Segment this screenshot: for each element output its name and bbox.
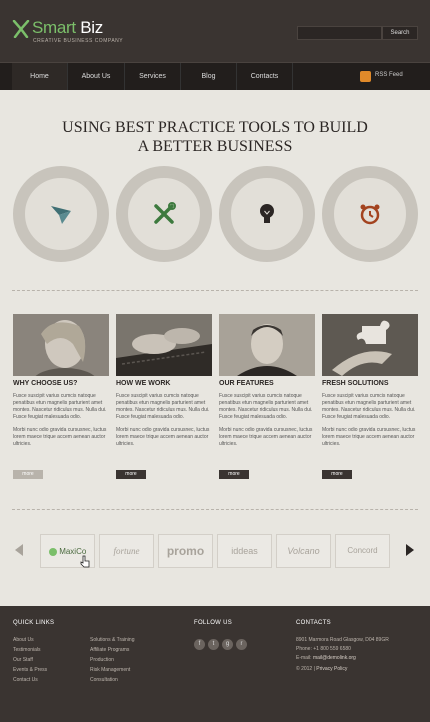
feature-paragraph: Fusce suscipit varius cumcis natoque pen…: [116, 393, 210, 420]
feature-title: HOW WE WORK: [116, 380, 171, 387]
hero-title-line2: A BETTER BUSINESS: [137, 138, 293, 155]
feature-title: FRESH SOLUTIONS: [322, 380, 389, 387]
service-circle-tools[interactable]: [116, 166, 212, 262]
feature-text: Fusce suscipit varius cumcis natoque pen…: [116, 393, 212, 448]
partner-logo-volcano[interactable]: Volcano: [276, 534, 331, 568]
footer-link[interactable]: Testimonials: [13, 647, 41, 653]
feature-paragraph: Fusce suscipit varius cumcis natoque pen…: [219, 393, 313, 420]
hand-cursor-icon: [80, 555, 90, 568]
site-header: Smart Biz CREATIVE BUSINESS COMPANY Sear…: [0, 0, 430, 62]
feature-title: OUR FEATURES: [219, 380, 274, 387]
smiling-woman-photo: [13, 314, 109, 376]
more-button[interactable]: more: [116, 470, 146, 479]
rss-label: RSS Feed: [375, 72, 403, 78]
typing-hands-photo: [116, 314, 212, 376]
site-logo[interactable]: Smart Biz CREATIVE BUSINESS COMPANY: [12, 18, 134, 48]
feature-paragraph: Fusce suscipit varius cumcis natoque pen…: [13, 393, 107, 420]
nav-item-home[interactable]: Home: [12, 63, 68, 90]
section-divider: [12, 290, 418, 291]
feature-text: Fusce suscipit varius cumcis natoque pen…: [13, 393, 109, 448]
smiling-man-photo: [219, 314, 315, 376]
footer-link[interactable]: Production: [90, 657, 114, 663]
contact-email: E-mail: mail@demolink.org: [296, 655, 356, 661]
service-circle-time[interactable]: [322, 166, 418, 262]
search-button[interactable]: Search: [382, 26, 418, 40]
tools-icon: [154, 202, 176, 224]
feature-image-puzzle: [322, 314, 418, 376]
feature-paragraph: Morbi nunc odio gravida cursusnec, luctu…: [322, 427, 416, 447]
more-button[interactable]: more: [219, 470, 249, 479]
rss-social-icon[interactable]: r: [236, 639, 247, 650]
site-footer: QUICK LINKS About Us Testimonials Our St…: [0, 606, 430, 722]
facebook-icon[interactable]: f: [194, 639, 205, 650]
logo-tagline: CREATIVE BUSINESS COMPANY: [33, 38, 124, 44]
follow-us-title: FOLLOW US: [194, 620, 233, 626]
quick-links-title: QUICK LINKS: [13, 620, 55, 626]
email-link[interactable]: mail@demolink.org: [313, 655, 356, 661]
main-nav: Home About Us Services Blog Contacts RSS…: [0, 62, 430, 90]
email-label: E-mail:: [296, 655, 312, 661]
partner-logo-concord[interactable]: Concord: [335, 534, 390, 568]
carousel-prev-arrow-icon[interactable]: [12, 543, 26, 557]
alarm-clock-icon: [360, 204, 380, 225]
puzzle-piece-photo: [322, 314, 418, 376]
service-circle-ideas[interactable]: [219, 166, 315, 262]
more-button[interactable]: more: [13, 470, 43, 479]
contact-address: 8901 Marmora Road Glasgow, D04 89GR: [296, 637, 389, 643]
twitter-icon[interactable]: t: [208, 639, 219, 650]
nav-item-blog[interactable]: Blog: [181, 63, 237, 90]
contact-phone: Phone: +1 800 559 6580: [296, 646, 351, 652]
google-icon[interactable]: g: [222, 639, 233, 650]
partner-logo-promo[interactable]: promo: [158, 534, 213, 568]
hero-title-line1: USING BEST PRACTICE TOOLS TO BUILD: [62, 119, 368, 136]
contacts-title: CONTACTS: [296, 620, 331, 626]
footer-link[interactable]: Risk Management: [90, 667, 130, 673]
feature-image-woman: [13, 314, 109, 376]
copyright-text: © 2012 |: [296, 666, 315, 672]
feature-paragraph: Morbi nunc odio gravida cursusnec, luctu…: [13, 427, 107, 447]
rss-feed-link[interactable]: RSS Feed: [360, 71, 422, 83]
feature-paragraph: Fusce suscipit varius cumcis natoque pen…: [322, 393, 416, 420]
service-circle-send[interactable]: [13, 166, 109, 262]
footer-link[interactable]: Contact Us: [13, 677, 38, 683]
feature-text: Fusce suscipit varius cumcis natoque pen…: [219, 393, 315, 448]
light-bulb-icon: [260, 204, 274, 223]
feature-image-man: [219, 314, 315, 376]
partner-logo-iddeas[interactable]: iddeas: [217, 534, 272, 568]
rss-icon: [360, 71, 371, 82]
copyright-line: © 2012 | Privacy Policy: [296, 666, 347, 672]
footer-link[interactable]: Consultation: [90, 677, 118, 683]
feature-paragraph: Morbi nunc odio gravida cursusnec, luctu…: [116, 427, 210, 447]
footer-link[interactable]: Events & Press: [13, 667, 47, 673]
footer-link[interactable]: Our Staff: [13, 657, 33, 663]
footer-link[interactable]: Affiliate Programs: [90, 647, 129, 653]
feature-text: Fusce suscipit varius cumcis natoque pen…: [322, 393, 418, 448]
partner-logo-fortune[interactable]: fortune: [99, 534, 154, 568]
more-button[interactable]: more: [322, 470, 352, 479]
logo-name: Smart Biz: [32, 18, 103, 37]
logo-mark-icon: [12, 20, 30, 38]
paper-plane-icon: [51, 206, 71, 224]
nav-item-about-us[interactable]: About Us: [68, 63, 125, 90]
carousel-next-arrow-icon[interactable]: [403, 543, 417, 557]
feature-image-hands: [116, 314, 212, 376]
privacy-policy-link[interactable]: Privacy Policy: [316, 666, 347, 672]
search-input[interactable]: [297, 26, 382, 40]
section-divider: [12, 509, 418, 510]
maxico-mark-icon: [48, 547, 57, 556]
footer-link[interactable]: About Us: [13, 637, 34, 643]
footer-link[interactable]: Solutions & Training: [90, 637, 134, 643]
feature-title: WHY CHOOSE US?: [13, 380, 78, 387]
feature-paragraph: Morbi nunc odio gravida cursusnec, luctu…: [219, 427, 313, 447]
nav-item-services[interactable]: Services: [125, 63, 181, 90]
hero-title: USING BEST PRACTICE TOOLS TO BUILD A BET…: [0, 118, 430, 156]
nav-item-contacts[interactable]: Contacts: [237, 63, 293, 90]
